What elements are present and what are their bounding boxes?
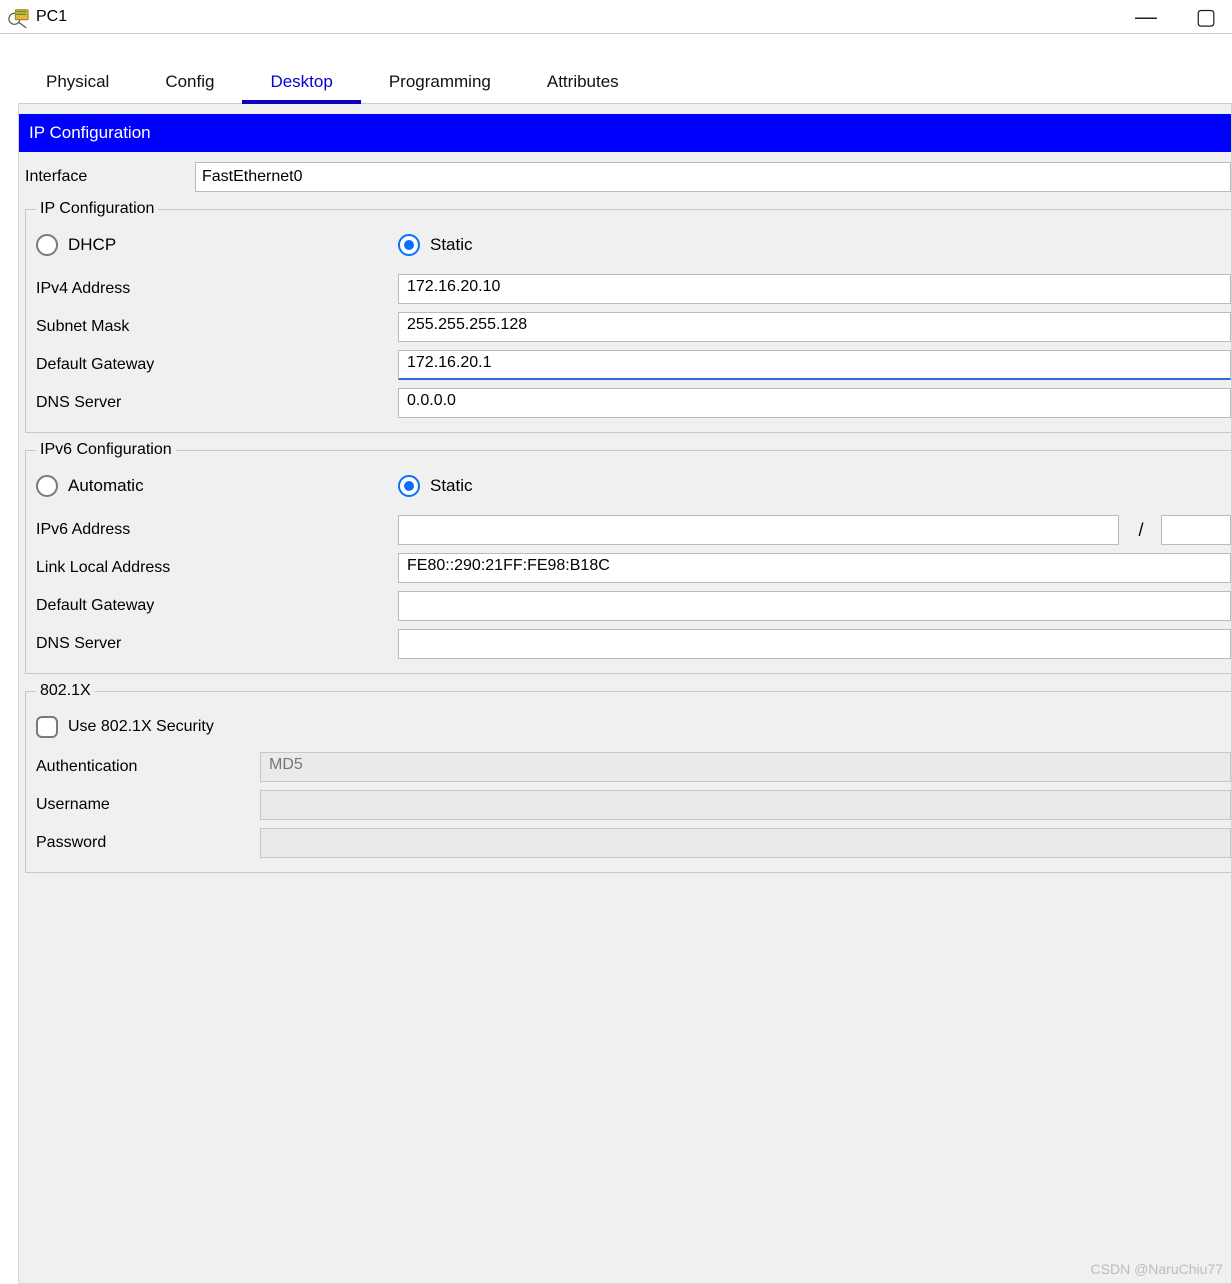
ipv6-gateway-input[interactable] <box>398 591 1231 621</box>
ipv4-address-input[interactable]: 172.16.20.10 <box>398 274 1231 304</box>
link-local-row: Link Local Address FE80::290:21FF:FE98:B… <box>30 549 1231 587</box>
ipv6-static-radio-label: Static <box>430 476 473 496</box>
titlebar-controls: — ▢ <box>1128 4 1224 30</box>
desktop-panel: IP Configuration Interface FastEthernet0… <box>18 104 1232 1284</box>
username-label: Username <box>36 796 260 814</box>
ip-mode-row: DHCP Static <box>30 224 1231 270</box>
static-radio[interactable] <box>398 234 420 256</box>
ipv6-dns-label: DNS Server <box>36 635 398 653</box>
window-title: PC1 <box>36 8 67 26</box>
default-gateway-input[interactable]: 172.16.20.1 <box>398 350 1231 380</box>
ip-config-legend: IP Configuration <box>36 200 158 218</box>
titlebar-left: PC1 <box>8 6 67 28</box>
interface-select[interactable]: FastEthernet0 <box>195 162 1231 192</box>
ipv6-prefix-input[interactable] <box>1161 515 1231 545</box>
tab-bar: Physical Config Desktop Programming Attr… <box>18 66 1232 104</box>
ipv6-config-group: IPv6 Configuration Automatic Static IPv6… <box>25 441 1231 674</box>
link-local-input[interactable]: FE80::290:21FF:FE98:B18C <box>398 553 1231 583</box>
ipv6-gateway-label: Default Gateway <box>36 597 398 615</box>
tab-config[interactable]: Config <box>137 66 242 103</box>
use-8021x-checkbox[interactable] <box>36 716 58 738</box>
interface-label: Interface <box>25 168 195 186</box>
app-pc-icon <box>8 6 30 28</box>
subnet-mask-input[interactable]: 255.255.255.128 <box>398 312 1231 342</box>
username-input[interactable] <box>260 790 1231 820</box>
link-local-label: Link Local Address <box>36 559 398 577</box>
use-8021x-row: Use 802.1X Security <box>30 706 1231 748</box>
password-row: Password <box>30 824 1231 862</box>
ipv6-gateway-row: Default Gateway <box>30 587 1231 625</box>
minimize-button[interactable]: — <box>1128 4 1164 30</box>
password-input[interactable] <box>260 828 1231 858</box>
dns-server-label: DNS Server <box>36 394 398 412</box>
ipv6-static-radio[interactable] <box>398 475 420 497</box>
ipv6-address-input[interactable] <box>398 515 1119 545</box>
interface-row: Interface FastEthernet0 <box>19 158 1231 198</box>
password-label: Password <box>36 834 260 852</box>
panel-title: IP Configuration <box>19 114 1231 152</box>
authentication-select[interactable]: MD5 <box>260 752 1231 782</box>
tab-desktop[interactable]: Desktop <box>242 66 360 104</box>
ipv6-auto-radio[interactable] <box>36 475 58 497</box>
tab-programming[interactable]: Programming <box>361 66 519 103</box>
dot1x-legend: 802.1X <box>36 682 95 700</box>
watermark-text: CSDN @NaruChiu77 <box>1091 1261 1223 1277</box>
username-row: Username <box>30 786 1231 824</box>
subnet-mask-label: Subnet Mask <box>36 318 398 336</box>
authentication-row: Authentication MD5 <box>30 748 1231 786</box>
ipv6-dns-input[interactable] <box>398 629 1231 659</box>
ipv6-mode-row: Automatic Static <box>30 465 1231 511</box>
ipv6-address-label: IPv6 Address <box>36 521 398 539</box>
ipv4-address-label: IPv4 Address <box>36 280 398 298</box>
subnet-mask-row: Subnet Mask 255.255.255.128 <box>30 308 1231 346</box>
ip-config-group: IP Configuration DHCP Static IPv4 Addres… <box>25 200 1231 433</box>
content-area: Physical Config Desktop Programming Attr… <box>0 66 1232 1284</box>
dhcp-radio[interactable] <box>36 234 58 256</box>
dot1x-group: 802.1X Use 802.1X Security Authenticatio… <box>25 682 1231 873</box>
dhcp-radio-label: DHCP <box>68 235 116 255</box>
maximize-button[interactable]: ▢ <box>1188 4 1224 30</box>
ipv6-config-legend: IPv6 Configuration <box>36 441 176 459</box>
dns-server-row: DNS Server 0.0.0.0 <box>30 384 1231 422</box>
tab-attributes[interactable]: Attributes <box>519 66 647 103</box>
ipv6-dns-row: DNS Server <box>30 625 1231 663</box>
ipv6-address-row: IPv6 Address / <box>30 511 1231 549</box>
default-gateway-row: Default Gateway 172.16.20.1 <box>30 346 1231 384</box>
dns-server-input[interactable]: 0.0.0.0 <box>398 388 1231 418</box>
ipv6-prefix-separator: / <box>1131 520 1151 541</box>
default-gateway-label: Default Gateway <box>36 356 398 374</box>
ipv4-address-row: IPv4 Address 172.16.20.10 <box>30 270 1231 308</box>
tab-physical[interactable]: Physical <box>18 66 137 103</box>
ipv6-auto-radio-label: Automatic <box>68 476 144 496</box>
window-titlebar: PC1 — ▢ <box>0 0 1232 34</box>
static-radio-label: Static <box>430 235 473 255</box>
authentication-label: Authentication <box>36 758 260 776</box>
use-8021x-label: Use 802.1X Security <box>68 718 214 736</box>
